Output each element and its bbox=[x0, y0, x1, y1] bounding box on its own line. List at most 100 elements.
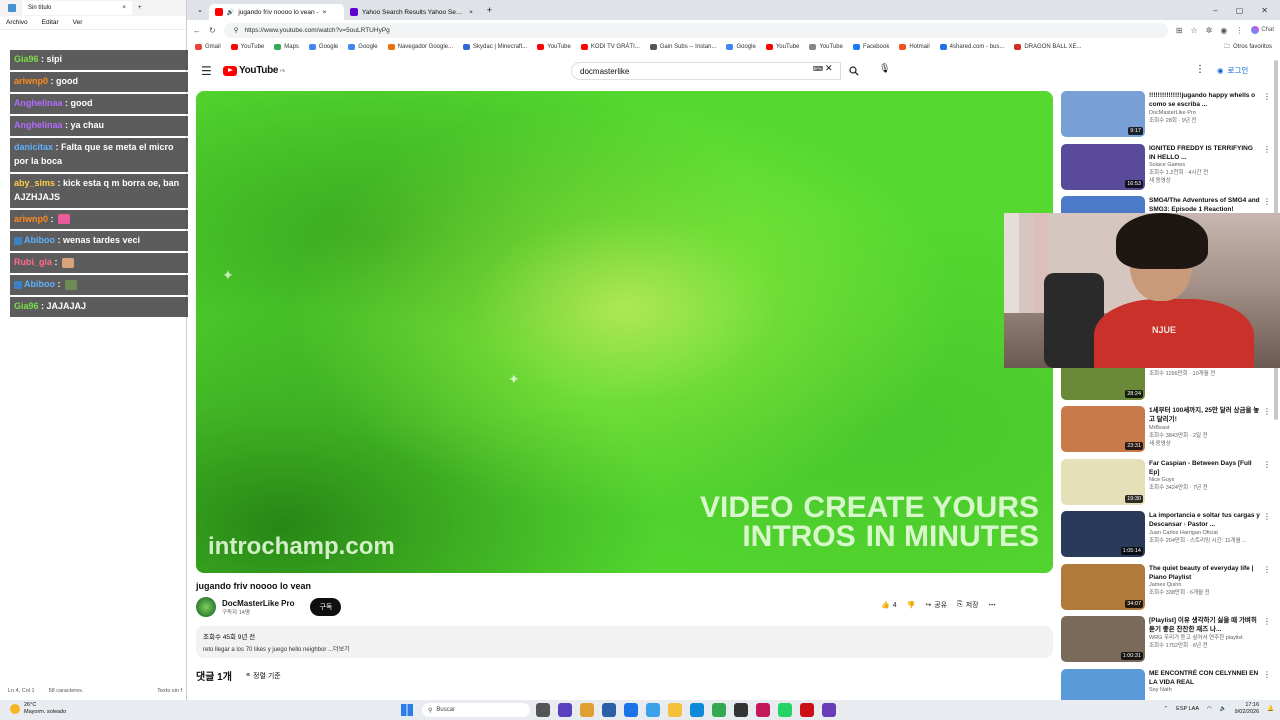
new-tab-icon[interactable]: + bbox=[479, 5, 500, 15]
channel-name[interactable]: DocMasterLike Pro bbox=[222, 599, 294, 608]
video-thumbnail[interactable]: 9:17 bbox=[1061, 91, 1145, 137]
more-options-icon[interactable]: ⋮ bbox=[1263, 406, 1271, 418]
video-title[interactable]: 1세부터 100세까지, 25만 달러 상금을 놓고 달리기! bbox=[1149, 406, 1261, 425]
store-icon[interactable] bbox=[646, 703, 660, 717]
sort-button[interactable]: ≡ 정렬 기준 bbox=[246, 671, 281, 681]
close-icon[interactable]: × bbox=[122, 5, 126, 11]
notification-icon[interactable]: 🔔 bbox=[1267, 706, 1274, 712]
more-actions-icon[interactable]: ⋯ bbox=[989, 601, 996, 609]
other-bookmarks[interactable]: 🗀 Otros favoritos bbox=[1224, 42, 1280, 52]
video-title[interactable]: La importancia e soltar tus cargas y Des… bbox=[1149, 511, 1261, 530]
subscribe-button[interactable]: 구독 bbox=[310, 598, 342, 616]
task-view-icon[interactable] bbox=[536, 703, 550, 717]
more-options-icon[interactable]: ⋮ bbox=[1263, 564, 1271, 576]
bookmark-item[interactable]: Maps bbox=[274, 44, 299, 50]
more-options-icon[interactable]: ⋮ bbox=[1263, 511, 1271, 523]
bookmark-item[interactable]: Google bbox=[308, 44, 338, 50]
app-icon[interactable] bbox=[602, 703, 616, 717]
menu-ver[interactable]: Ver bbox=[73, 19, 83, 26]
app-icon[interactable] bbox=[822, 703, 836, 717]
weather-widget[interactable]: 26°C Mayorm. soleado bbox=[10, 702, 66, 715]
recommended-video[interactable]: 23:31 1세부터 100세까지, 25만 달러 상금을 놓고 달리기! MrBe… bbox=[1061, 406, 1271, 457]
search-input[interactable]: docmasterlike bbox=[571, 62, 841, 80]
tray-chevron-icon[interactable]: ⌃ bbox=[1164, 706, 1169, 712]
bookmark-item[interactable]: Google bbox=[726, 44, 756, 50]
bookmark-item[interactable]: KODI TV GRÁTI... bbox=[580, 44, 640, 50]
more-options-icon[interactable]: ⋮ bbox=[1263, 616, 1271, 628]
recommended-video[interactable]: 34:07 The quiet beauty of everyday life |… bbox=[1061, 563, 1271, 615]
profile-icon[interactable]: ◉ bbox=[1220, 26, 1227, 35]
more-options-icon[interactable]: ⋮ bbox=[1263, 144, 1271, 156]
close-window-icon[interactable]: ✕ bbox=[1261, 6, 1268, 15]
video-title[interactable]: IGNITED FREDDY IS TERRIFYING IN HELLO ..… bbox=[1149, 144, 1261, 163]
video-title[interactable]: ME ENCONTRÉ CON CELYNNEI EN LA VIDA REAL bbox=[1149, 669, 1261, 688]
recommended-video[interactable]: 19:30 Far Caspian - Between Days [Full Ep… bbox=[1061, 458, 1271, 510]
opera-icon[interactable] bbox=[800, 703, 814, 717]
clear-search-icon[interactable]: ✕ bbox=[825, 63, 833, 74]
bookmark-item[interactable]: YouTube bbox=[230, 44, 264, 50]
file-explorer-icon[interactable] bbox=[668, 703, 682, 717]
bookmark-item[interactable]: YouTube bbox=[537, 44, 571, 50]
video-title[interactable]: The quiet beauty of everyday life | Pian… bbox=[1149, 564, 1261, 583]
bookmark-item[interactable]: YouTube bbox=[809, 44, 843, 50]
youtube-logo[interactable]: YouTube PE bbox=[223, 65, 285, 76]
save-button[interactable]: ⎘ 저장 bbox=[957, 600, 979, 610]
reload-icon[interactable]: ↻ bbox=[209, 26, 216, 35]
channel-name[interactable]: WRG 우리가 듣고 싶어서 연주한 playlist bbox=[1149, 635, 1261, 643]
notepad-tab[interactable]: Sin título × bbox=[22, 1, 132, 15]
bookmark-item[interactable]: Hotmail bbox=[899, 44, 930, 50]
menu-burger-icon[interactable]: ☰ bbox=[201, 64, 212, 78]
bookmark-item[interactable]: 4shared.com - bus... bbox=[939, 44, 1004, 50]
video-title[interactable]: [Playlist] 이유 생각하기 싫을 때 가벼히 듣기 좋은 잔잔한 재즈… bbox=[1149, 616, 1261, 635]
dislike-button[interactable]: 👎 bbox=[907, 601, 916, 609]
bookmark-item[interactable]: DRAGON BALL XE... bbox=[1014, 44, 1082, 50]
obs-icon[interactable] bbox=[558, 703, 572, 717]
volume-icon[interactable]: 🔈 bbox=[1220, 706, 1227, 712]
wifi-icon[interactable]: ◠ bbox=[1207, 706, 1212, 712]
whatsapp-icon[interactable] bbox=[778, 703, 792, 717]
minimize-icon[interactable]: – bbox=[1213, 6, 1217, 15]
bookmark-item[interactable]: YouTube bbox=[765, 44, 799, 50]
url-field[interactable]: ⚲ https://www.youtube.com/watch?v=5ouLRT… bbox=[223, 22, 1168, 38]
maximize-icon[interactable]: ▢ bbox=[1236, 6, 1244, 15]
video-thumbnail[interactable]: 1:05:14 bbox=[1061, 511, 1145, 557]
bookmark-item[interactable]: Skydac | Minecraft... bbox=[463, 44, 527, 50]
roblox-icon[interactable] bbox=[734, 703, 748, 717]
recommended-video[interactable]: 9:17 !!!!!!!!!!!!!!!jugando happy whells … bbox=[1061, 91, 1271, 142]
more-options-icon[interactable]: ⋮ bbox=[1263, 459, 1271, 471]
bookmark-item[interactable]: Facebook bbox=[852, 44, 889, 50]
mic-icon[interactable]: 🎙 bbox=[879, 63, 890, 74]
windows-start-icon[interactable] bbox=[401, 704, 413, 716]
like-button[interactable]: 👍 4 bbox=[881, 601, 897, 610]
more-options-icon[interactable]: ⋮ bbox=[1263, 196, 1271, 208]
video-thumbnail[interactable]: 1:00:31 bbox=[1061, 616, 1145, 662]
description-box[interactable]: 조회수 45회 9년 전 reto llegar a los 70 likes … bbox=[196, 626, 1053, 658]
edge-icon[interactable] bbox=[690, 703, 704, 717]
close-icon[interactable]: × bbox=[323, 9, 327, 16]
recommended-video[interactable]: 1:05:14 La importancia e soltar tus carga… bbox=[1061, 511, 1271, 562]
photos-icon[interactable] bbox=[580, 703, 594, 717]
menu-editar[interactable]: Editar bbox=[42, 19, 59, 26]
translate-icon[interactable]: ⊞ bbox=[1176, 26, 1183, 35]
video-title[interactable]: Far Caspian - Between Days [Full Ep] bbox=[1149, 459, 1261, 478]
video-thumbnail[interactable]: 23:31 bbox=[1061, 406, 1145, 452]
app-icon[interactable] bbox=[756, 703, 770, 717]
video-thumbnail[interactable]: 34:07 bbox=[1061, 563, 1145, 610]
more-options-icon[interactable]: ⋮ bbox=[1263, 669, 1271, 681]
channel-name[interactable]: Juan Carlos Harrigan Oficial bbox=[1149, 530, 1261, 538]
menu-archivo[interactable]: Archivo bbox=[6, 19, 28, 26]
chrome-icon[interactable] bbox=[712, 703, 726, 717]
recommended-video[interactable]: 1:00:31 [Playlist] 이유 생각하기 싫을 때 가벼히 듣기 좋은… bbox=[1061, 616, 1271, 667]
keyboard-icon[interactable]: ⌨ bbox=[813, 65, 823, 73]
extensions-icon[interactable]: ✲ bbox=[1206, 26, 1213, 35]
close-icon[interactable]: × bbox=[469, 9, 473, 16]
video-title[interactable]: !!!!!!!!!!!!!!!jugando happy whells o co… bbox=[1149, 91, 1261, 110]
mail-icon[interactable] bbox=[624, 703, 638, 717]
bookmark-item[interactable]: Google bbox=[348, 44, 378, 50]
login-button[interactable]: ◉ 로그인 bbox=[1217, 65, 1248, 76]
taskbar-search[interactable]: ⚲ Buscar bbox=[422, 703, 530, 717]
site-info-icon[interactable]: ⚲ bbox=[234, 26, 239, 34]
recommended-video[interactable]: 16:53 IGNITED FREDDY IS TERRIFYING IN HEL… bbox=[1061, 143, 1271, 195]
tab-search-icon[interactable]: ⌄ bbox=[191, 6, 209, 14]
channel-name[interactable]: Soy Nath bbox=[1149, 687, 1261, 695]
